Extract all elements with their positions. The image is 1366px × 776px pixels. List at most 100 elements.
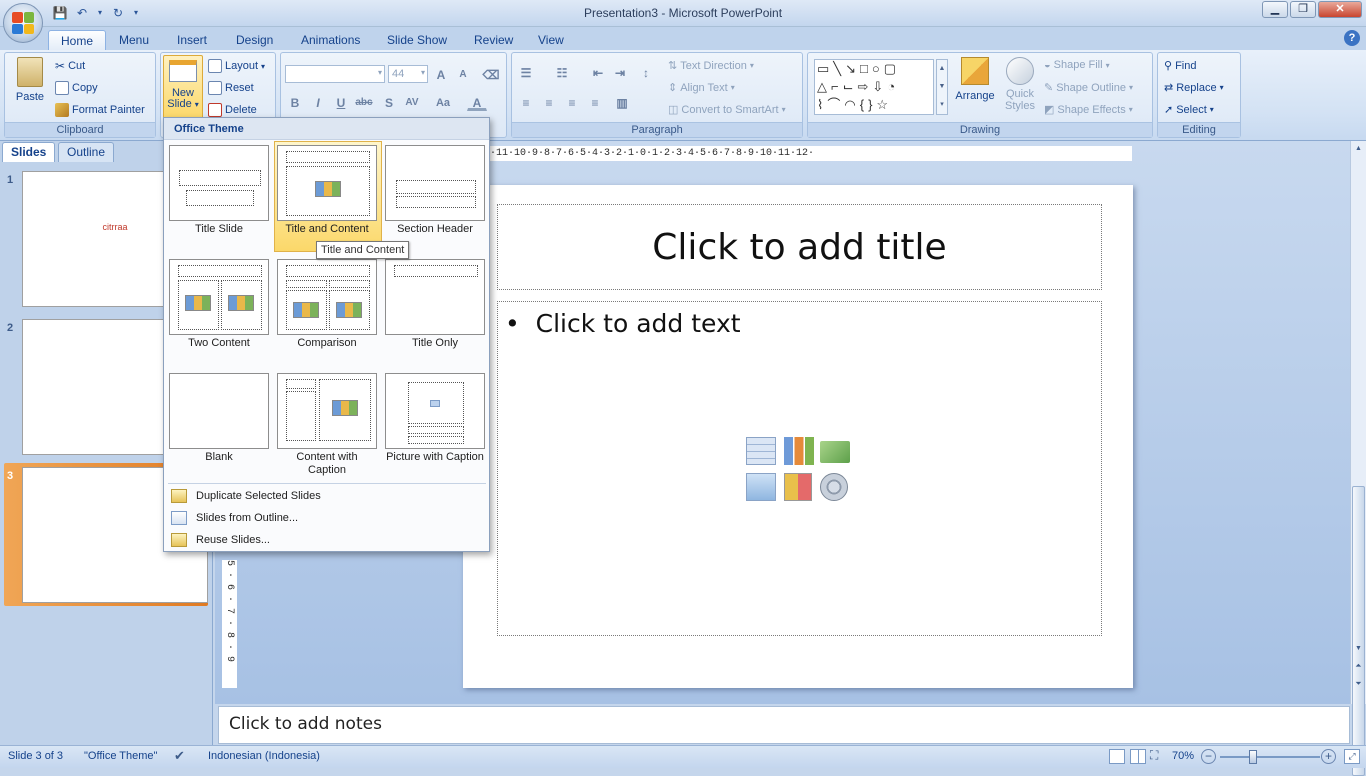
layout-section-header[interactable]: Section Header — [385, 145, 485, 236]
tab-review[interactable]: Review — [462, 30, 525, 50]
zoom-out-icon[interactable]: − — [1201, 749, 1216, 764]
arrange-button[interactable]: Arrange — [952, 57, 998, 102]
font-size-combo[interactable]: 44 ▾ — [388, 65, 428, 83]
tab-animations[interactable]: Animations — [289, 30, 372, 50]
layout-two-content[interactable]: Two Content — [169, 259, 269, 350]
theme-name[interactable]: "Office Theme" — [84, 750, 157, 762]
language-indicator[interactable]: Indonesian (Indonesia) — [208, 750, 320, 762]
rectangle-shape-icon[interactable]: □ — [860, 61, 872, 76]
notes-pane[interactable]: Click to add notes — [218, 706, 1350, 744]
replace-button[interactable]: ⇄ Replace ▾ — [1164, 81, 1224, 95]
customize-qat-icon[interactable]: ▾ — [132, 5, 140, 21]
bullets-icon[interactable]: ☰ — [516, 63, 536, 81]
paste-button[interactable]: Paste — [11, 57, 49, 103]
tab-home[interactable]: Home — [48, 30, 107, 50]
save-icon[interactable]: 💾 — [52, 5, 68, 21]
down-arrow-shape-icon[interactable]: ⇩ — [872, 79, 887, 94]
zoom-slider-thumb[interactable] — [1249, 750, 1257, 764]
star-shape-icon[interactable]: ☆ — [876, 97, 892, 112]
vertical-scrollbar[interactable]: ▲ ▼ ⏶ ⏷ — [1350, 141, 1366, 776]
decrease-indent-icon[interactable]: ⇤ — [588, 63, 608, 81]
insert-chart-icon[interactable] — [784, 437, 814, 465]
layout-title-only[interactable]: Title Only — [385, 259, 485, 350]
find-button[interactable]: ⚲ Find — [1164, 59, 1196, 73]
insert-clipart-icon[interactable] — [784, 473, 812, 501]
duplicate-selected-slides-item[interactable]: Duplicate Selected Slides — [165, 485, 488, 507]
previous-slide-icon[interactable]: ⏶ — [1351, 658, 1366, 673]
insert-media-icon[interactable] — [820, 473, 848, 501]
numbering-icon[interactable]: ☷ — [552, 63, 572, 81]
tab-outline[interactable]: Outline — [58, 142, 115, 162]
copy-button[interactable]: Copy — [55, 81, 98, 95]
insert-smartart-icon[interactable] — [820, 441, 850, 463]
align-center-icon[interactable]: ≡ — [539, 93, 559, 111]
columns-icon[interactable]: ▥ — [612, 93, 632, 111]
align-left-icon[interactable]: ≡ — [516, 93, 536, 111]
close-button[interactable]: ✕ — [1318, 1, 1362, 18]
arrow-line-shape-icon[interactable]: ↘ — [845, 61, 860, 76]
triangle-shape-icon[interactable]: △ — [817, 79, 831, 94]
shrink-font-icon[interactable]: A — [453, 65, 473, 83]
align-right-icon[interactable]: ≡ — [562, 93, 582, 111]
quick-styles-button[interactable]: Quick Styles — [1000, 57, 1040, 112]
spelling-check-icon[interactable]: ✔ — [174, 748, 185, 764]
scrollbar-thumb[interactable] — [1352, 486, 1365, 776]
office-button[interactable] — [3, 3, 43, 43]
freeform-shape-icon[interactable]: ⌇ — [817, 97, 827, 112]
format-painter-button[interactable]: Format Painter — [55, 103, 145, 117]
layout-button[interactable]: Layout ▾ — [208, 59, 265, 73]
maximize-button[interactable]: ❐ — [1290, 1, 1316, 18]
shape-outline-button[interactable]: ✎ Shape Outline ▾ — [1044, 81, 1133, 95]
shape-effects-button[interactable]: ◩ Shape Effects ▾ — [1044, 103, 1133, 117]
line-shape-icon[interactable]: ╲ — [833, 61, 845, 76]
content-placeholder[interactable] — [497, 301, 1102, 636]
delete-button[interactable]: Delete — [208, 103, 257, 117]
bold-icon[interactable]: B — [285, 93, 305, 111]
insert-table-icon[interactable] — [746, 437, 776, 465]
shapes-gallery-scroll[interactable]: ▲ ▼ ▾ — [936, 59, 948, 115]
strikethrough-icon[interactable]: abc — [354, 93, 374, 111]
undo-dropdown-icon[interactable]: ▾ — [96, 5, 104, 21]
slides-from-outline-item[interactable]: Slides from Outline... — [165, 507, 488, 529]
shape-fill-button[interactable]: ◒ Shape Fill ▾ — [1044, 59, 1110, 71]
tab-view[interactable]: View — [526, 30, 576, 50]
help-icon[interactable]: ? — [1344, 30, 1360, 46]
slide-sorter-icon[interactable] — [1130, 749, 1146, 764]
increase-indent-icon[interactable]: ⇥ — [610, 63, 630, 81]
redo-icon[interactable]: ↻ — [110, 5, 126, 21]
select-button[interactable]: ➚ Select ▾ — [1164, 103, 1214, 117]
next-slide-icon[interactable]: ⏷ — [1351, 676, 1366, 691]
tab-slides[interactable]: Slides — [2, 142, 56, 162]
callout-shape-icon[interactable]: ◔ — [887, 79, 899, 94]
layout-blank[interactable]: Blank — [169, 373, 269, 464]
textbox-shape-icon[interactable]: ▭ — [817, 61, 833, 76]
insert-picture-icon[interactable] — [746, 473, 776, 501]
elbow-shape-icon[interactable]: ⌐ — [831, 79, 843, 94]
slideshow-icon[interactable]: ⛶ — [1150, 748, 1158, 763]
shadow-icon[interactable]: S — [379, 93, 399, 111]
scroll-down-icon[interactable]: ▼ — [1351, 641, 1366, 656]
align-text-button[interactable]: ⇕ Align Text ▾ — [668, 81, 735, 95]
minimize-button[interactable]: ▁ — [1262, 1, 1288, 18]
undo-icon[interactable]: ↶ — [74, 5, 90, 21]
layout-picture-with-caption[interactable]: Picture with Caption — [385, 373, 485, 464]
tab-insert[interactable]: Insert — [165, 30, 219, 50]
layout-content-with-caption[interactable]: Content with Caption — [277, 373, 377, 477]
arc-shape-icon[interactable]: ◠ — [844, 97, 859, 112]
new-slide-button[interactable]: New Slide ▾ — [163, 55, 203, 119]
line-spacing-icon[interactable]: ↕ — [636, 63, 656, 81]
underline-icon[interactable]: U — [331, 93, 351, 111]
layout-title-and-content[interactable]: Title and Content — [277, 145, 377, 236]
zoom-slider-track[interactable] — [1220, 756, 1320, 758]
rounded-rect-shape-icon[interactable]: ▢ — [884, 61, 900, 76]
justify-icon[interactable]: ≡ — [585, 93, 605, 111]
fit-to-window-icon[interactable]: ⤢ — [1344, 749, 1360, 764]
title-placeholder[interactable]: Click to add title — [497, 204, 1102, 290]
curve-shape-icon[interactable]: ⌒ — [827, 97, 844, 112]
convert-smartart-button[interactable]: ◫ Convert to SmartArt ▾ — [668, 103, 786, 117]
change-case-icon[interactable]: Aa — [433, 93, 453, 111]
left-brace-shape-icon[interactable]: { — [860, 97, 868, 112]
oval-shape-icon[interactable]: ○ — [872, 61, 884, 76]
tab-design[interactable]: Design — [224, 30, 285, 50]
cut-button[interactable]: ✂ Cut — [55, 59, 85, 73]
